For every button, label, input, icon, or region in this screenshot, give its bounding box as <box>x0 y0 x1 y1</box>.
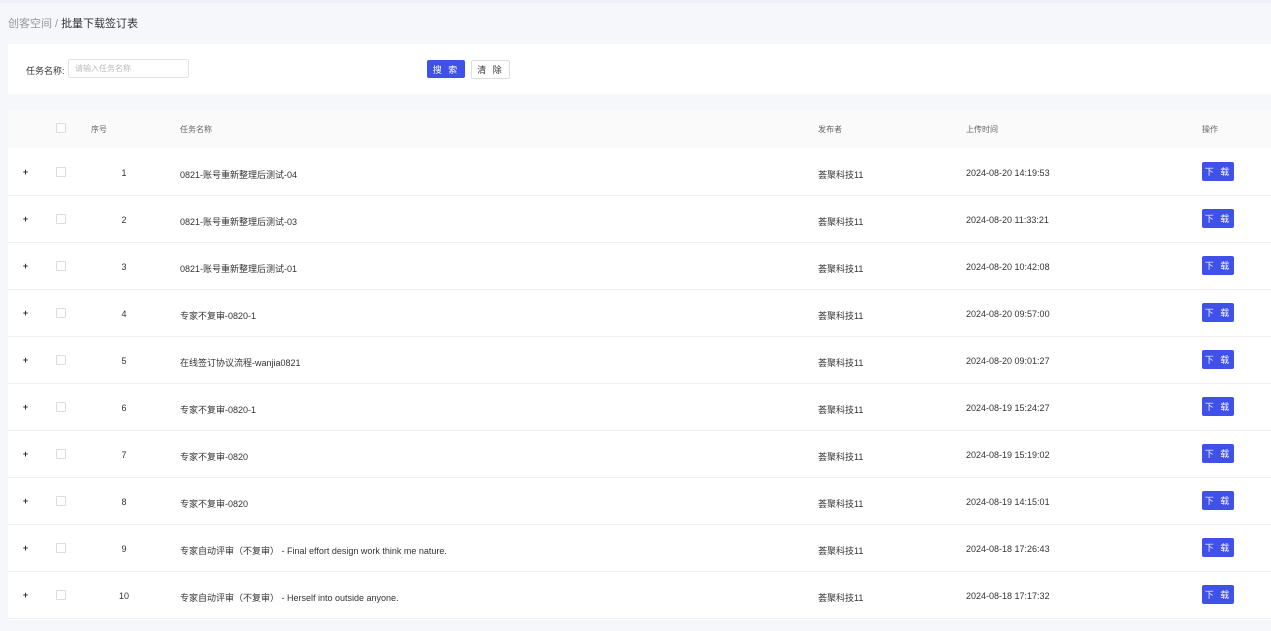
table-row: +6 专家不复审-0820-1 荟聚科技11 2024-08-19 15:24:27 下… <box>8 384 1271 431</box>
task-table: 序号 任务名称 发布者 上传时间 操作 +1 0821-账号重新整理后测试-04 荟… <box>8 110 1271 620</box>
row-publisher: 荟聚科技11 <box>818 217 864 227</box>
breadcrumb-separator: / <box>55 18 59 30</box>
select-all-checkbox[interactable] <box>56 123 66 133</box>
expand-icon[interactable]: + <box>21 215 30 224</box>
table-row: +8 专家不复审-0820 荟聚科技11 2024-08-19 14:15:01 下 载 <box>8 478 1271 525</box>
row-publisher: 荟聚科技11 <box>818 264 864 274</box>
download-button[interactable]: 下 载 <box>1202 585 1234 604</box>
row-task-name: 专家不复审-0820 <box>180 452 249 462</box>
row-publisher: 荟聚科技11 <box>818 358 864 368</box>
column-header-upload-time: 上传时间 <box>966 125 998 134</box>
row-task-name: 专家不复审-0820-1 <box>180 311 257 321</box>
row-upload-time: 2024-08-19 14:15:01 <box>966 497 1050 507</box>
row-publisher: 荟聚科技11 <box>818 311 864 321</box>
table-header: 序号 任务名称 发布者 上传时间 操作 <box>8 110 1271 148</box>
expand-icon[interactable]: + <box>21 591 30 600</box>
row-task-name: 0821-账号重新整理后测试-03 <box>180 217 298 227</box>
row-task-name: 专家自动评审（不复审） - Final effort design work t… <box>180 546 447 556</box>
row-upload-time: 2024-08-20 14:19:53 <box>966 168 1050 178</box>
task-name-input[interactable] <box>68 59 189 78</box>
expand-icon[interactable]: + <box>21 544 30 553</box>
download-button[interactable]: 下 载 <box>1202 256 1234 275</box>
column-header-index: 序号 <box>91 125 107 134</box>
download-button[interactable]: 下 载 <box>1202 397 1234 416</box>
row-publisher: 荟聚科技11 <box>818 170 864 180</box>
table-row: +10 专家自动评审（不复审） - Herself into outside an… <box>8 572 1271 619</box>
search-button[interactable]: 搜 索 <box>427 60 465 78</box>
row-task-name: 专家自动评审（不复审） - Herself into outside anyon… <box>180 593 399 603</box>
row-task-name: 0821-账号重新整理后测试-01 <box>180 264 298 274</box>
table-row: +3 0821-账号重新整理后测试-01 荟聚科技11 2024-08-20 10:4… <box>8 243 1271 290</box>
download-button[interactable]: 下 载 <box>1202 209 1234 228</box>
row-task-name: 在线签订协议流程-wanjia0821 <box>180 358 301 368</box>
table-row: +4 专家不复审-0820-1 荟聚科技11 2024-08-20 09:57:00 下… <box>8 290 1271 337</box>
breadcrumb-parent[interactable]: 创客空间 <box>8 18 52 30</box>
row-checkbox[interactable] <box>56 355 66 365</box>
row-publisher: 荟聚科技11 <box>818 452 864 462</box>
expand-icon[interactable]: + <box>21 262 30 271</box>
expand-icon[interactable]: + <box>21 309 30 318</box>
download-button[interactable]: 下 载 <box>1202 444 1234 463</box>
row-task-name: 专家不复审-0820 <box>180 499 249 509</box>
table-row: +9 专家自动评审（不复审） - Final effort design work… <box>8 525 1271 572</box>
breadcrumb: 创客空间 / 批量下载签订表 <box>8 15 138 31</box>
clear-button[interactable]: 清 除 <box>471 60 510 79</box>
row-task-name: 0821-账号重新整理后测试-04 <box>180 170 298 180</box>
row-checkbox[interactable] <box>56 449 66 459</box>
download-button[interactable]: 下 载 <box>1202 350 1234 369</box>
expand-icon[interactable]: + <box>21 168 30 177</box>
row-upload-time: 2024-08-20 11:33:21 <box>966 215 1049 225</box>
row-checkbox[interactable] <box>56 590 66 600</box>
download-button[interactable]: 下 载 <box>1202 538 1234 557</box>
table-row: +1 0821-账号重新整理后测试-04 荟聚科技11 2024-08-20 14:1… <box>8 149 1271 196</box>
row-upload-time: 2024-08-20 09:01:27 <box>966 356 1050 366</box>
row-upload-time: 2024-08-18 17:26:43 <box>966 544 1050 554</box>
row-upload-time: 2024-08-18 17:17:32 <box>966 591 1050 601</box>
search-panel: 任务名称: 搜 索 清 除 <box>8 44 1271 94</box>
column-header-task-name: 任务名称 <box>180 125 212 134</box>
row-task-name: 专家不复审-0820-1 <box>180 405 257 415</box>
expand-icon[interactable]: + <box>21 450 30 459</box>
table-row: +7 专家不复审-0820 荟聚科技11 2024-08-19 15:19:02 下 载 <box>8 431 1271 478</box>
row-checkbox[interactable] <box>56 402 66 412</box>
row-checkbox[interactable] <box>56 308 66 318</box>
task-name-label: 任务名称: <box>26 66 65 76</box>
column-header-action: 操作 <box>1202 125 1218 134</box>
row-checkbox[interactable] <box>56 167 66 177</box>
breadcrumb-current: 批量下载签订表 <box>61 18 139 30</box>
row-upload-time: 2024-08-20 10:42:08 <box>966 262 1050 272</box>
top-divider <box>0 0 1271 3</box>
row-publisher: 荟聚科技11 <box>818 499 864 509</box>
row-publisher: 荟聚科技11 <box>818 593 864 603</box>
row-publisher: 荟聚科技11 <box>818 546 864 556</box>
expand-icon[interactable]: + <box>21 356 30 365</box>
table-row: +2 0821-账号重新整理后测试-03 荟聚科技11 2024-08-20 11:3… <box>8 196 1271 243</box>
row-publisher: 荟聚科技11 <box>818 405 864 415</box>
column-header-publisher: 发布者 <box>818 125 842 134</box>
expand-icon[interactable]: + <box>21 497 30 506</box>
row-upload-time: 2024-08-20 09:57:00 <box>966 309 1050 319</box>
row-checkbox[interactable] <box>56 496 66 506</box>
row-checkbox[interactable] <box>56 543 66 553</box>
expand-icon[interactable]: + <box>21 403 30 412</box>
table-row: +5 在线签订协议流程-wanjia0821 荟聚科技11 2024-08-20 09… <box>8 337 1271 384</box>
row-upload-time: 2024-08-19 15:19:02 <box>966 450 1050 460</box>
row-upload-time: 2024-08-19 15:24:27 <box>966 403 1050 413</box>
download-button[interactable]: 下 载 <box>1202 303 1234 322</box>
row-checkbox[interactable] <box>56 261 66 271</box>
row-checkbox[interactable] <box>56 214 66 224</box>
download-button[interactable]: 下 载 <box>1202 162 1234 181</box>
download-button[interactable]: 下 载 <box>1202 491 1234 510</box>
